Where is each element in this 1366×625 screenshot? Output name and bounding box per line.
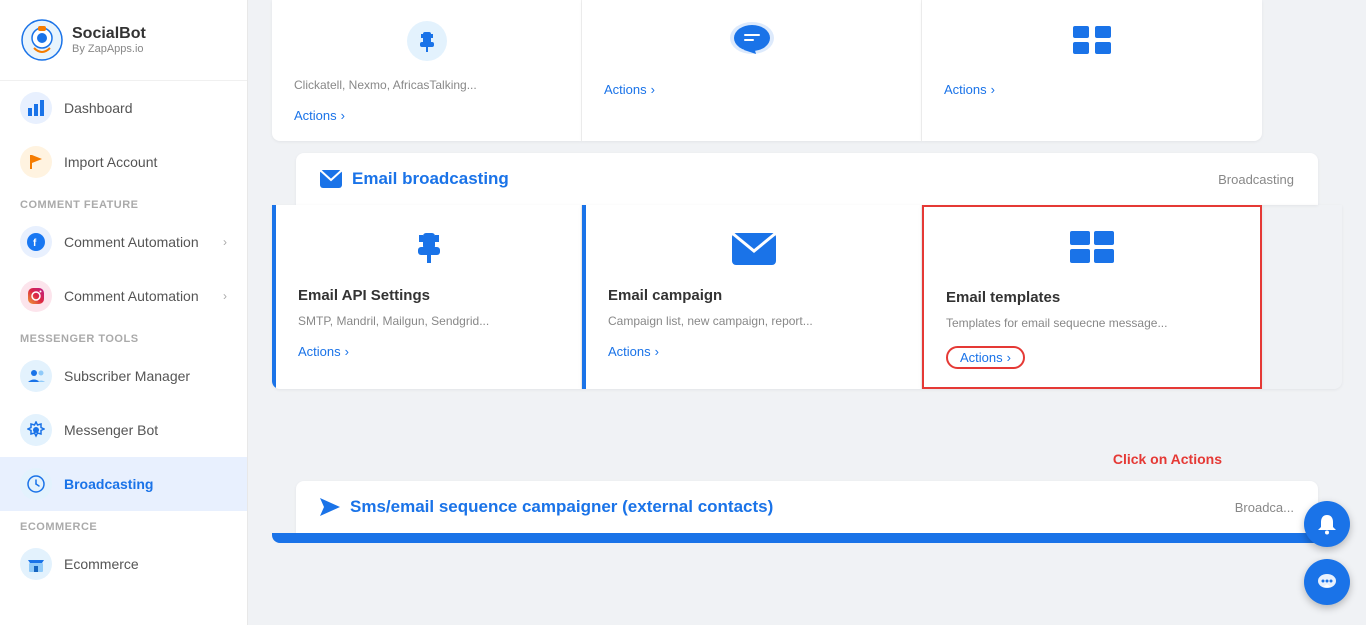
section-label-ecommerce: ECOMMERCE xyxy=(0,511,247,537)
email-api-title: Email API Settings xyxy=(298,287,559,304)
section-label-messenger: MESSENGER TOOLS xyxy=(0,323,247,349)
sidebar-item-messenger-bot[interactable]: Messenger Bot xyxy=(0,403,247,457)
sidebar-label-ecommerce: Ecommerce xyxy=(64,556,139,572)
card3-action[interactable]: Actions › xyxy=(944,82,1240,97)
email-templates-icon-area xyxy=(946,227,1238,275)
sidebar-item-ecommerce[interactable]: Ecommerce xyxy=(0,537,247,591)
email-api-icon-area xyxy=(298,225,559,273)
facebook-icon: f xyxy=(20,226,52,258)
plug-icon xyxy=(406,20,448,62)
flag-icon xyxy=(20,146,52,178)
sms-icon-area xyxy=(294,20,559,62)
sidebar-label-comment-ig: Comment Automation xyxy=(64,288,199,304)
sidebar-label-messenger-bot: Messenger Bot xyxy=(64,422,158,438)
grid-icon xyxy=(1069,20,1115,62)
sidebar-item-comment-fb[interactable]: f Comment Automation › xyxy=(0,215,247,269)
sidebar: SocialBot By ZapApps.io Dashboard Import… xyxy=(0,0,248,625)
send-icon xyxy=(320,498,340,516)
bubble-icon-area xyxy=(604,20,899,62)
sidebar-label-broadcasting: Broadcasting xyxy=(64,476,153,492)
email-campaign-card: Email campaign Campaign list, new campai… xyxy=(582,205,922,389)
email-api-action[interactable]: Actions › xyxy=(298,344,559,359)
email-templates-action-container: Actions › xyxy=(946,340,1238,369)
logo-sub: By ZapApps.io xyxy=(72,43,146,56)
email-api-settings-card: Email API Settings SMTP, Mandril, Mailgu… xyxy=(272,205,582,389)
users-icon xyxy=(20,360,52,392)
plug-large-icon xyxy=(405,225,453,273)
instagram-icon xyxy=(20,280,52,312)
email-campaign-action[interactable]: Actions › xyxy=(608,344,899,359)
sidebar-item-subscriber-manager[interactable]: Subscriber Manager xyxy=(0,349,247,403)
grid-icon-area xyxy=(944,20,1240,62)
sms-sequence-section: Sms/email sequence campaigner (external … xyxy=(272,481,1342,543)
section-label-comment: COMMENT FEATURE xyxy=(0,189,247,215)
sidebar-item-comment-ig[interactable]: Comment Automation › xyxy=(0,269,247,323)
gear-icon xyxy=(20,414,52,446)
email-templates-desc: Templates for email sequecne message... xyxy=(946,314,1238,332)
bell-fab-icon xyxy=(1316,513,1338,535)
email-section-icon xyxy=(320,170,342,188)
sms-section-header: Sms/email sequence campaigner (external … xyxy=(296,481,1318,533)
logo-area: SocialBot By ZapApps.io xyxy=(0,0,247,81)
click-annotation-label: Click on Actions xyxy=(1113,451,1222,467)
email-section-header: Email broadcasting Broadcasting xyxy=(296,153,1318,205)
sms-section-badge: Broadca... xyxy=(1235,500,1294,515)
email-section-badge: Broadcasting xyxy=(1218,172,1294,187)
store-icon xyxy=(20,548,52,580)
email-envelope-icon xyxy=(728,225,780,273)
clock-icon xyxy=(20,468,52,500)
chat-bubble-icon xyxy=(728,20,776,62)
sms-card-desc: Clickatell, Nexmo, AfricasTalking... xyxy=(294,76,559,94)
chevron-icon-fb: › xyxy=(223,235,227,249)
sms-card-action[interactable]: Actions › xyxy=(294,108,559,123)
sms-section-bottom-strip xyxy=(272,533,1342,543)
chat-fab[interactable] xyxy=(1304,559,1350,605)
click-annotation-area: Click on Actions xyxy=(272,451,1342,469)
partial-card-2: Actions › xyxy=(582,0,922,141)
sms-api-card: Clickatell, Nexmo, AfricasTalking... Act… xyxy=(272,0,582,141)
email-section-title: Email broadcasting xyxy=(320,169,509,189)
email-campaign-title: Email campaign xyxy=(608,287,899,304)
email-campaign-desc: Campaign list, new campaign, report... xyxy=(608,312,899,330)
sidebar-item-import-account[interactable]: Import Account xyxy=(0,135,247,189)
email-broadcasting-section: Email broadcasting Broadcasting Email AP… xyxy=(272,153,1342,469)
email-templates-title: Email templates xyxy=(946,289,1238,306)
logo-name: SocialBot xyxy=(72,24,146,43)
partial-card-3: Actions › xyxy=(922,0,1262,141)
sidebar-item-dashboard[interactable]: Dashboard xyxy=(0,81,247,135)
dashboard-icon xyxy=(20,92,52,124)
logo-text: SocialBot By ZapApps.io xyxy=(72,24,146,56)
logo-icon xyxy=(20,18,64,62)
chat-fab-icon xyxy=(1316,571,1338,593)
sidebar-label-comment-fb: Comment Automation xyxy=(64,234,199,250)
email-cards-row: Email API Settings SMTP, Mandril, Mailgu… xyxy=(272,205,1342,389)
email-templates-action[interactable]: Actions › xyxy=(946,346,1025,369)
email-campaign-icon-area xyxy=(608,225,899,273)
email-api-desc: SMTP, Mandril, Mailgun, Sendgrid... xyxy=(298,312,559,330)
sidebar-label-import: Import Account xyxy=(64,154,157,170)
sidebar-label-subscriber: Subscriber Manager xyxy=(64,368,190,384)
table-grid-icon xyxy=(1066,227,1118,275)
sms-section-title: Sms/email sequence campaigner (external … xyxy=(320,497,773,517)
notification-fab[interactable] xyxy=(1304,501,1350,547)
fab-container xyxy=(1304,501,1350,605)
sidebar-label-dashboard: Dashboard xyxy=(64,100,133,116)
main-content: Clickatell, Nexmo, AfricasTalking... Act… xyxy=(248,0,1366,625)
sidebar-item-broadcasting[interactable]: Broadcasting xyxy=(0,457,247,511)
card2-action[interactable]: Actions › xyxy=(604,82,899,97)
chevron-icon-ig: › xyxy=(223,289,227,303)
email-templates-card: Email templates Templates for email sequ… xyxy=(922,205,1262,389)
